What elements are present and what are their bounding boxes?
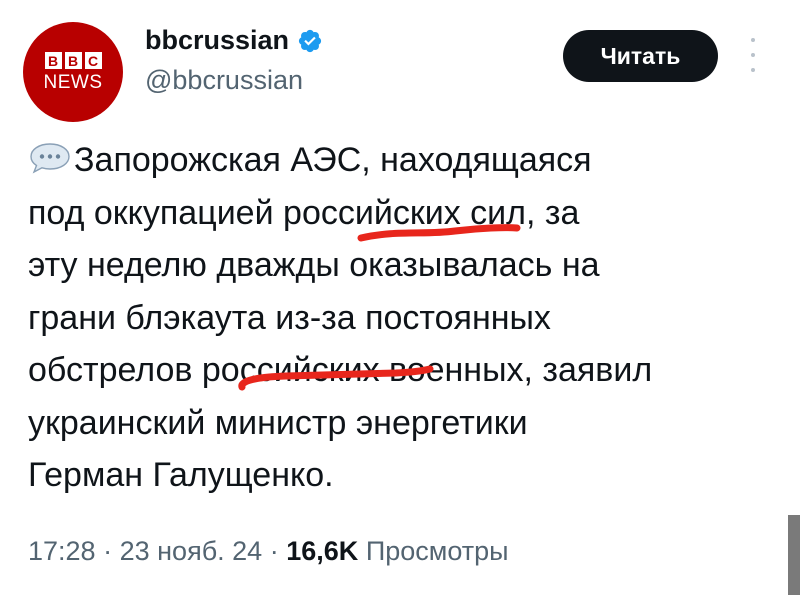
tweet-time[interactable]: 17:28 — [28, 536, 96, 566]
tweet-line-text: Запорожская АЭС, находящаяся — [74, 141, 592, 179]
more-dot — [751, 38, 755, 42]
account-handle[interactable]: @bbcrussian — [145, 65, 303, 96]
more-dot — [751, 68, 755, 72]
tweet-line: грани блэкаута из-за постоянных — [28, 298, 551, 337]
meta-separator: · — [269, 536, 279, 566]
bbc-logo-blocks: B B C — [44, 52, 102, 69]
tweet-line: под оккупацией российских сил, за — [28, 193, 580, 232]
tweet-meta: 17:28 · 23 нояб. 24 · 16,6K Просмотры — [28, 536, 509, 567]
tweet-date[interactable]: 23 нояб. 24 — [120, 536, 263, 566]
tweet-line: эту неделю дважды оказывалась на — [28, 246, 600, 284]
verified-badge-icon — [298, 29, 322, 52]
edge-bar — [788, 515, 800, 595]
more-vertical-icon[interactable] — [748, 38, 758, 72]
more-dot — [751, 53, 755, 57]
tweet-line: Герман Галущенко. — [28, 456, 334, 494]
bbc-news-avatar[interactable]: B B C NEWS — [23, 22, 123, 122]
display-name-text: bbcrussian — [145, 25, 290, 55]
views-count: 16,6K — [286, 536, 359, 566]
speech-bubble-icon — [30, 143, 70, 174]
tweet-line: обстрелов российских военных, заявил — [28, 351, 653, 389]
tweet-line: украинский министр энергетики — [28, 403, 528, 442]
views-label: Просмотры — [365, 536, 509, 566]
bbc-logo-letter: B — [64, 52, 82, 69]
account-display-name[interactable]: bbcrussian — [145, 25, 323, 56]
tweet-line: Запорожская АЭС, находящаяся — [28, 134, 768, 187]
bbc-logo-letter: C — [84, 52, 102, 69]
read-button[interactable]: Читать — [563, 30, 718, 82]
meta-separator: · — [103, 536, 113, 566]
bbc-logo-letter: B — [44, 52, 62, 69]
tweet-text: Запорожская АЭС, находящаяся под оккупац… — [28, 134, 768, 502]
bbc-logo-news-word: NEWS — [43, 72, 103, 93]
